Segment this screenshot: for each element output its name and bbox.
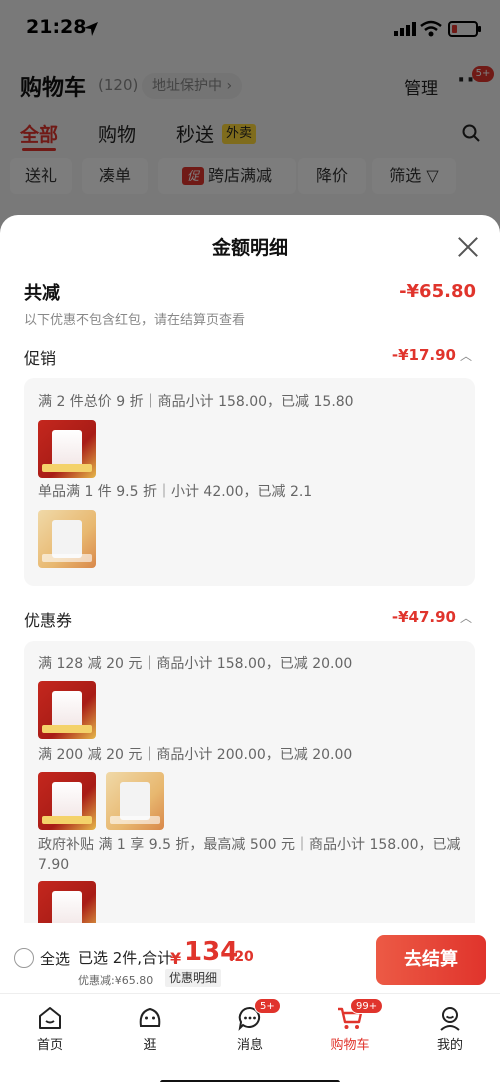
product-thumbnail[interactable] [38,881,96,923]
tabbar-home-label: 首页 [36,1038,63,1053]
select-all-label[interactable]: 全选 [40,948,70,969]
tabbar-cart-label: 购物车 [330,1038,370,1053]
tabbar-messages-label: 消息 [236,1038,263,1053]
profile-icon [440,1007,460,1031]
total-discount-label: 共减 [24,283,60,304]
tabbar-messages[interactable]: 5+ 消息 [210,994,290,1054]
tabbar-cart[interactable]: 99+ 购物车 [310,994,390,1054]
close-icon[interactable] [456,235,480,259]
select-all-radio[interactable] [14,948,34,968]
home-icon [39,1007,61,1029]
checkout-bar: 全选 已选 2件,合计: ¥ 134 .20 优惠减:¥65.80 优惠明细 去… [0,923,500,993]
browse-icon [139,1007,161,1027]
coupon-panel: 满 128 减 20 元｜商品小计 158.00，已减 20.00 满 200 … [24,641,475,923]
tabbar-home[interactable]: 首页 [10,994,90,1054]
tabbar-profile-label: 我的 [436,1038,463,1053]
cart-badge: 99+ [350,998,384,1014]
messages-badge: 5+ [254,998,281,1014]
coupon-value: -¥47.90 [391,608,456,626]
bottom-tab-bar: 首页 逛 5+ 消息 99+ 购物车 我的 [0,993,500,1082]
total-discount-value: -¥65.80 [399,281,476,302]
promotion-line: 满 2 件总价 9 折｜商品小计 158.00，已减 15.80 [38,394,354,410]
tabbar-profile[interactable]: 我的 [410,994,490,1054]
tabbar-browse[interactable]: 逛 [110,994,190,1054]
product-thumbnail[interactable] [38,420,96,478]
chevron-up-icon: ︿ [459,611,472,625]
discount-note: 优惠减:¥65.80 [78,974,154,987]
product-thumbnail[interactable] [38,772,96,830]
promotion-panel: 满 2 件总价 9 折｜商品小计 158.00，已减 15.80 单品满 1 件… [24,378,475,586]
promotion-line: 单品满 1 件 9.5 折｜小计 42.00，已减 2.1 [38,484,313,500]
promotion-toggle[interactable]: -¥17.90 ︿ [392,346,472,364]
detail-scroll-area[interactable]: 共减 -¥65.80 以下优惠不包含红包，请在结算页查看 促销 -¥17.90 ︿… [0,275,500,923]
price-symbol: ¥ [170,949,182,968]
sheet-title: 金额明细 [211,237,288,259]
discount-detail-link[interactable]: 优惠明细 [165,969,222,987]
coupon-line: 满 128 减 20 元｜商品小计 158.00，已减 20.00 [38,656,353,672]
tabbar-browse-label: 逛 [143,1038,157,1053]
product-thumbnail[interactable] [106,772,164,830]
product-thumbnail[interactable] [38,681,96,739]
coupon-line: 政府补贴 满 1 享 9.5 折，最高减 500 元｜商品小计 158.00，已… [38,837,461,873]
checkout-button[interactable]: 去结算 [376,935,486,985]
coupon-line: 满 200 减 20 元｜商品小计 200.00，已减 20.00 [38,747,353,763]
coupon-label: 优惠券 [24,611,73,630]
coupon-toggle[interactable]: -¥47.90 ︿ [392,608,472,626]
promotion-label: 促销 [24,349,57,368]
product-thumbnail[interactable] [38,510,96,568]
chevron-up-icon: ︿ [459,349,472,363]
price-decimal: .20 [229,949,254,965]
amount-detail-sheet: 金额明细 共减 -¥65.80 以下优惠不包含红包，请在结算页查看 促销 -¥1… [0,215,500,1082]
selected-info: 已选 2件,合计: [78,949,178,967]
promotion-value: -¥17.90 [391,346,456,364]
total-discount-note: 以下优惠不包含红包，请在结算页查看 [24,313,246,328]
